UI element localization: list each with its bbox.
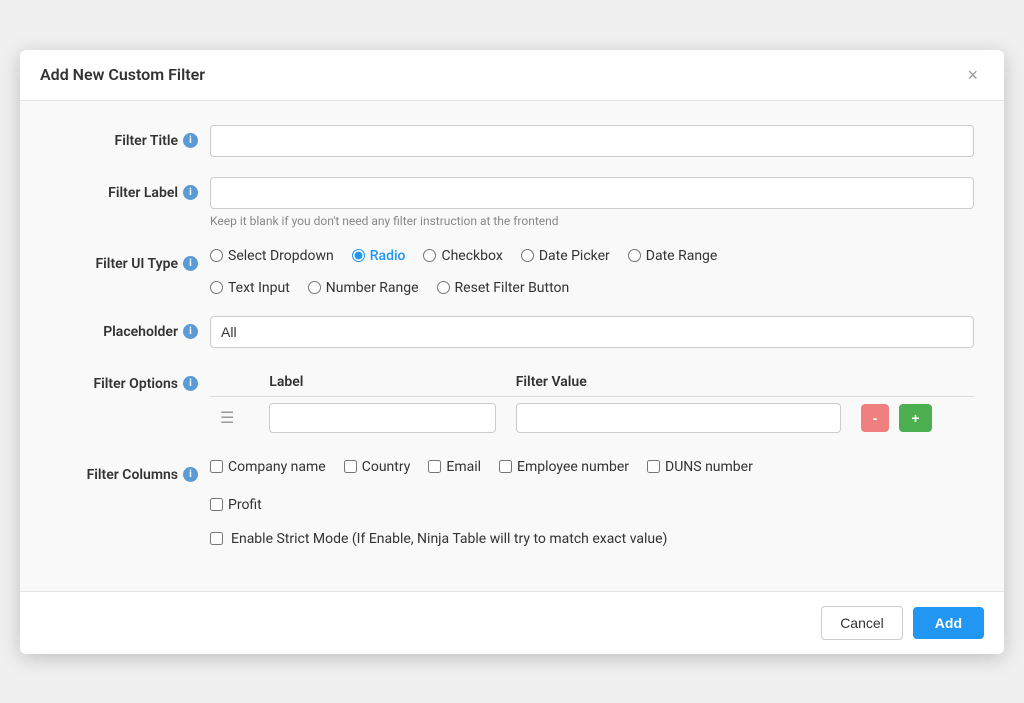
modal-body: Filter Title i Filter Label i Keep it bl… bbox=[20, 101, 1004, 591]
filter-columns-checkbox-group: Company name Country Email Employee numb… bbox=[210, 459, 974, 513]
remove-row-button[interactable]: - bbox=[861, 404, 890, 432]
radio-number-range[interactable] bbox=[308, 281, 321, 294]
radio-item-select-dropdown[interactable]: Select Dropdown bbox=[210, 248, 334, 264]
radio-radio[interactable] bbox=[352, 249, 365, 262]
filter-options-info-icon[interactable]: i bbox=[183, 376, 198, 391]
radio-reset-filter[interactable] bbox=[437, 281, 450, 294]
add-button[interactable]: Add bbox=[913, 607, 984, 639]
table-row: ☰ - + bbox=[210, 396, 974, 439]
placeholder-row: Placeholder i bbox=[50, 316, 974, 348]
label-cell bbox=[259, 396, 505, 439]
row-label-input[interactable] bbox=[269, 403, 495, 433]
filter-label-row: Filter Label i Keep it blank if you don'… bbox=[50, 177, 974, 228]
col-handle-header bbox=[210, 368, 259, 397]
placeholder-wrap bbox=[210, 316, 974, 348]
drag-handle-cell: ☰ bbox=[210, 396, 259, 439]
checkbox-email[interactable]: Email bbox=[428, 459, 481, 475]
checkbox-email-input[interactable] bbox=[428, 460, 441, 473]
placeholder-label: Placeholder i bbox=[50, 316, 210, 340]
filter-options-label: Filter Options i bbox=[50, 368, 210, 392]
checkbox-profit-input[interactable] bbox=[210, 498, 223, 511]
checkbox-employee-number[interactable]: Employee number bbox=[499, 459, 629, 475]
radio-item-number-range[interactable]: Number Range bbox=[308, 280, 419, 296]
radio-date-picker[interactable] bbox=[521, 249, 534, 262]
filter-label-info-icon[interactable]: i bbox=[183, 185, 198, 200]
filter-title-input[interactable] bbox=[210, 125, 974, 157]
drag-handle-icon[interactable]: ☰ bbox=[220, 408, 234, 427]
checkbox-country-input[interactable] bbox=[344, 460, 357, 473]
filter-ui-type-label: Filter UI Type i bbox=[50, 248, 210, 272]
radio-item-text-input[interactable]: Text Input bbox=[210, 280, 290, 296]
filter-ui-type-row: Filter UI Type i Select Dropdown Radio bbox=[50, 248, 974, 296]
col-value-header: Filter Value bbox=[506, 368, 851, 397]
filter-options-row: Filter Options i Label Filter Value bbox=[50, 368, 974, 439]
filter-label-wrap: Keep it blank if you don't need any filt… bbox=[210, 177, 974, 228]
radio-item-reset-filter[interactable]: Reset Filter Button bbox=[437, 280, 570, 296]
add-custom-filter-modal: Add New Custom Filter × Filter Title i F… bbox=[20, 50, 1004, 654]
checkbox-duns-number-input[interactable] bbox=[647, 460, 660, 473]
strict-mode-row: Enable Strict Mode (If Enable, Ninja Tab… bbox=[210, 531, 974, 547]
cancel-button[interactable]: Cancel bbox=[821, 606, 903, 640]
radio-date-range[interactable] bbox=[628, 249, 641, 262]
row-value-input[interactable] bbox=[516, 403, 841, 433]
actions-cell: - + bbox=[851, 396, 974, 439]
filter-columns-wrap: Company name Country Email Employee numb… bbox=[210, 459, 974, 547]
filter-label-helper: Keep it blank if you don't need any filt… bbox=[210, 214, 974, 228]
strict-mode-checkbox[interactable] bbox=[210, 532, 223, 545]
add-row-button[interactable]: + bbox=[899, 404, 931, 432]
value-cell bbox=[506, 396, 851, 439]
placeholder-input[interactable] bbox=[210, 316, 974, 348]
col-actions-header bbox=[851, 368, 974, 397]
checkbox-company-name-input[interactable] bbox=[210, 460, 223, 473]
modal-title: Add New Custom Filter bbox=[40, 65, 205, 84]
filter-columns-label: Filter Columns i bbox=[50, 459, 210, 483]
radio-item-radio[interactable]: Radio bbox=[352, 248, 406, 264]
filter-label-label: Filter Label i bbox=[50, 177, 210, 201]
radio-select-dropdown[interactable] bbox=[210, 249, 223, 262]
radio-item-date-picker[interactable]: Date Picker bbox=[521, 248, 610, 264]
filter-title-info-icon[interactable]: i bbox=[183, 133, 198, 148]
modal-footer: Cancel Add bbox=[20, 591, 1004, 654]
placeholder-info-icon[interactable]: i bbox=[183, 324, 198, 339]
close-button[interactable]: × bbox=[961, 64, 984, 86]
filter-title-label: Filter Title i bbox=[50, 125, 210, 149]
checkbox-duns-number[interactable]: DUNS number bbox=[647, 459, 753, 475]
checkbox-company-name[interactable]: Company name bbox=[210, 459, 326, 475]
filter-ui-type-info-icon[interactable]: i bbox=[183, 256, 198, 271]
radio-item-checkbox[interactable]: Checkbox bbox=[423, 248, 502, 264]
strict-mode-label: Enable Strict Mode (If Enable, Ninja Tab… bbox=[231, 531, 667, 547]
filter-label-input[interactable] bbox=[210, 177, 974, 209]
action-buttons: - + bbox=[861, 404, 964, 432]
radio-item-date-range[interactable]: Date Range bbox=[628, 248, 718, 264]
checkbox-employee-number-input[interactable] bbox=[499, 460, 512, 473]
filter-ui-type-wrap: Select Dropdown Radio Checkbox Date Pick… bbox=[210, 248, 974, 296]
radio-checkbox[interactable] bbox=[423, 249, 436, 262]
radio-group: Select Dropdown Radio Checkbox Date Pick… bbox=[210, 248, 974, 296]
radio-text-input[interactable] bbox=[210, 281, 223, 294]
filter-options-table: Label Filter Value ☰ bbox=[210, 368, 974, 439]
checkbox-profit[interactable]: Profit bbox=[210, 497, 262, 513]
filter-options-wrap: Label Filter Value ☰ bbox=[210, 368, 974, 439]
filter-columns-row: Filter Columns i Company name Country E bbox=[50, 459, 974, 547]
col-label-header: Label bbox=[259, 368, 505, 397]
filter-columns-info-icon[interactable]: i bbox=[183, 467, 198, 482]
filter-title-wrap bbox=[210, 125, 974, 157]
checkbox-country[interactable]: Country bbox=[344, 459, 411, 475]
filter-title-row: Filter Title i bbox=[50, 125, 974, 157]
modal-header: Add New Custom Filter × bbox=[20, 50, 1004, 101]
